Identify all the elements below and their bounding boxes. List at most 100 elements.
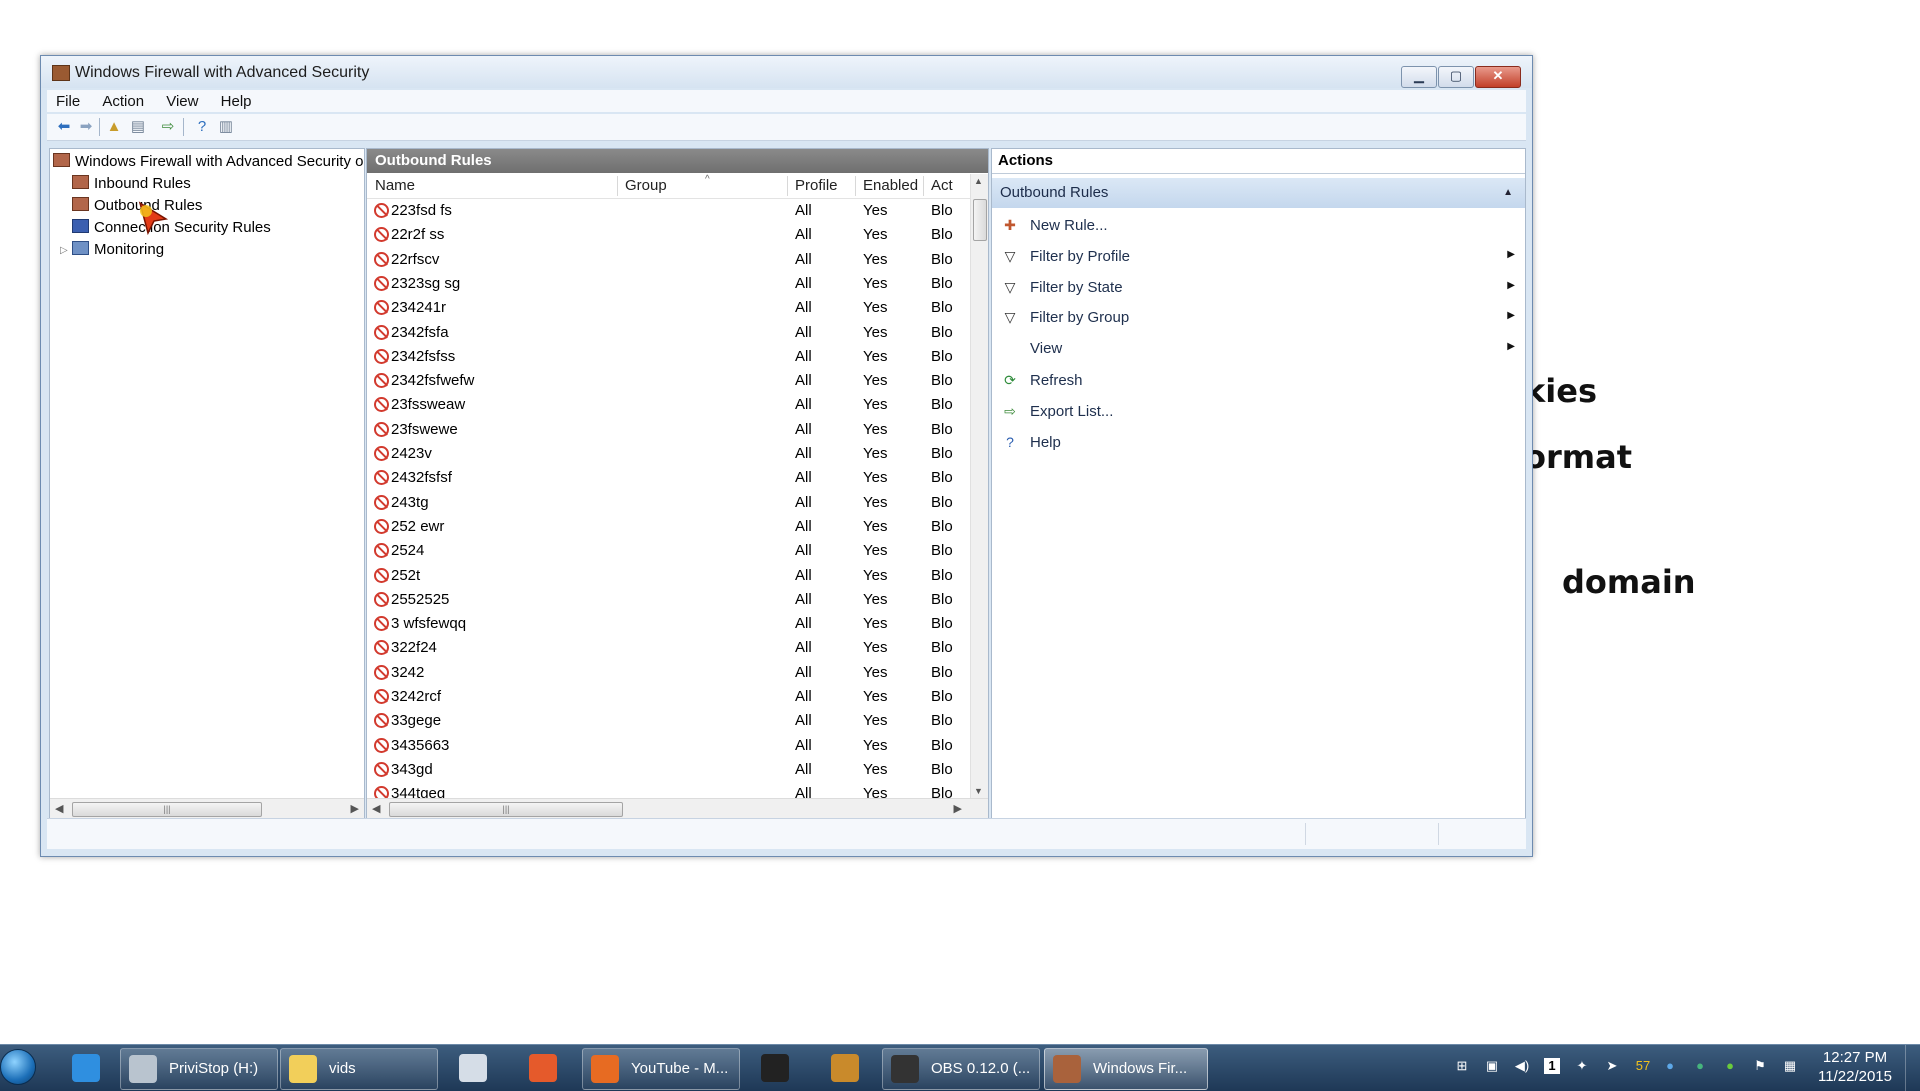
rules-vertical-scrollbar[interactable]: ▲ ▼ bbox=[970, 174, 988, 798]
table-row[interactable]: 2552525 All Yes Blo bbox=[367, 588, 970, 612]
column-header-group[interactable]: Group bbox=[625, 177, 667, 194]
action-center-icon[interactable]: ⊞ bbox=[1454, 1058, 1470, 1074]
scroll-left-arrow-icon[interactable]: ◀ bbox=[372, 802, 380, 815]
forward-arrow-icon[interactable]: ➡ bbox=[77, 118, 95, 136]
column-divider[interactable] bbox=[855, 176, 856, 196]
menu-file[interactable]: File bbox=[47, 91, 89, 112]
table-row[interactable]: 22r2f ss All Yes Blo bbox=[367, 223, 970, 247]
scroll-left-arrow-icon[interactable]: ◀ bbox=[55, 802, 63, 815]
collapse-arrow-icon[interactable]: ▲ bbox=[1503, 178, 1513, 208]
scroll-thumb[interactable]: ||| bbox=[389, 802, 623, 817]
help-icon[interactable]: ? bbox=[193, 118, 211, 136]
action-item[interactable]: ⇨ Export List... bbox=[992, 399, 1525, 425]
tray-counter[interactable]: 57 bbox=[1632, 1058, 1654, 1074]
tree-horizontal-scrollbar[interactable]: ◀ ||| ▶ bbox=[50, 798, 364, 819]
table-row[interactable]: 33gege All Yes Blo bbox=[367, 709, 970, 733]
taskbar-button[interactable]: OBS 0.12.0 (... bbox=[882, 1048, 1040, 1090]
taskbar-button[interactable]: PriviStop (H:) bbox=[120, 1048, 278, 1090]
table-row[interactable]: 23fssweaw All Yes Blo bbox=[367, 393, 970, 417]
column-divider[interactable] bbox=[617, 176, 618, 196]
table-row[interactable]: 2342fsfa All Yes Blo bbox=[367, 321, 970, 345]
action-item[interactable]: ⟳ Refresh bbox=[992, 368, 1525, 394]
table-row[interactable]: 223fsd fs All Yes Blo bbox=[367, 199, 970, 223]
menu-help[interactable]: Help bbox=[212, 91, 261, 112]
action-item[interactable]: ? Help bbox=[992, 430, 1525, 456]
table-row[interactable]: 243tg All Yes Blo bbox=[367, 491, 970, 515]
table-row[interactable]: 2432fsfsf All Yes Blo bbox=[367, 466, 970, 490]
action-item[interactable]: ✚ New Rule... bbox=[992, 213, 1525, 239]
table-row[interactable]: 3242rcf All Yes Blo bbox=[367, 685, 970, 709]
action-item[interactable]: View ▶ bbox=[992, 336, 1525, 362]
tray-app-icon[interactable]: 1 bbox=[1544, 1058, 1560, 1074]
tray-app-icon[interactable]: ● bbox=[1722, 1058, 1738, 1074]
table-row[interactable]: 344tgeg All Yes Blo bbox=[367, 782, 970, 799]
table-row[interactable]: 22rfscv All Yes Blo bbox=[367, 248, 970, 272]
back-arrow-icon[interactable]: ⬅ bbox=[55, 118, 73, 136]
tree-item-monitoring[interactable]: Monitoring bbox=[72, 241, 164, 258]
taskbar-button[interactable] bbox=[56, 1048, 116, 1088]
table-row[interactable]: 23fswewe All Yes Blo bbox=[367, 418, 970, 442]
table-row[interactable]: 252t All Yes Blo bbox=[367, 564, 970, 588]
table-row[interactable]: 2423v All Yes Blo bbox=[367, 442, 970, 466]
menu-action[interactable]: Action bbox=[93, 91, 153, 112]
table-row[interactable]: 2342fsfwefw All Yes Blo bbox=[367, 369, 970, 393]
scroll-down-arrow-icon[interactable]: ▼ bbox=[974, 786, 983, 796]
table-row[interactable]: 3435663 All Yes Blo bbox=[367, 734, 970, 758]
network-monitor-icon[interactable]: ▣ bbox=[1484, 1058, 1500, 1074]
table-row[interactable]: 3242 All Yes Blo bbox=[367, 661, 970, 685]
table-row[interactable]: 252 ewr All Yes Blo bbox=[367, 515, 970, 539]
table-row[interactable]: 2323sg sg All Yes Blo bbox=[367, 272, 970, 296]
table-row[interactable]: 2524 All Yes Blo bbox=[367, 539, 970, 563]
scroll-right-arrow-icon[interactable]: ▶ bbox=[351, 802, 359, 815]
action-item[interactable]: ▽ Filter by Profile ▶ bbox=[992, 244, 1525, 270]
column-header-action[interactable]: Act bbox=[931, 177, 953, 194]
tree-root[interactable]: Windows Firewall with Advanced Security … bbox=[53, 153, 363, 170]
taskbar-button[interactable]: Windows Fir... bbox=[1044, 1048, 1208, 1090]
taskbar-button[interactable] bbox=[812, 1048, 878, 1088]
up-folder-icon[interactable]: ▲ bbox=[105, 118, 123, 136]
tray-app-icon[interactable]: ● bbox=[1662, 1058, 1678, 1074]
column-divider[interactable] bbox=[923, 176, 924, 196]
taskbar-button[interactable] bbox=[440, 1048, 506, 1088]
clock[interactable]: 12:27 PM 11/22/2015 bbox=[1818, 1048, 1892, 1086]
action-item[interactable]: ▽ Filter by Group ▶ bbox=[992, 305, 1525, 331]
flag-icon[interactable]: ⚑ bbox=[1752, 1058, 1768, 1074]
volume-icon[interactable]: ◀) bbox=[1514, 1058, 1530, 1074]
close-button[interactable]: ✕ bbox=[1475, 66, 1521, 88]
table-row[interactable]: 322f24 All Yes Blo bbox=[367, 636, 970, 660]
minimize-button[interactable]: ▁ bbox=[1401, 66, 1437, 88]
tray-tools-icon[interactable]: ✦ bbox=[1574, 1058, 1590, 1074]
actions-group-outbound-rules[interactable]: Outbound Rules ▲ bbox=[992, 178, 1525, 208]
table-row[interactable]: 3 wfsfewqq All Yes Blo bbox=[367, 612, 970, 636]
start-button[interactable] bbox=[0, 1049, 36, 1085]
column-header-name[interactable]: Name bbox=[375, 177, 415, 194]
taskbar-button[interactable] bbox=[510, 1048, 576, 1088]
maximize-button[interactable]: ▢ bbox=[1438, 66, 1474, 88]
action-item[interactable]: ▽ Filter by State ▶ bbox=[992, 275, 1525, 301]
taskbar-button[interactable]: vids bbox=[280, 1048, 438, 1090]
rules-horizontal-scrollbar[interactable]: ◀ ||| ▶ bbox=[367, 798, 988, 819]
table-row[interactable]: 234241r All Yes Blo bbox=[367, 296, 970, 320]
taskbar-button[interactable] bbox=[742, 1048, 808, 1088]
scroll-up-arrow-icon[interactable]: ▲ bbox=[974, 176, 983, 186]
scroll-thumb[interactable]: ||| bbox=[72, 802, 262, 817]
title-bar[interactable]: Windows Firewall with Advanced Security … bbox=[41, 56, 1532, 88]
tray-arrow-icon[interactable]: ➤ bbox=[1604, 1058, 1620, 1074]
column-divider[interactable] bbox=[787, 176, 788, 196]
table-row[interactable]: 2342fsfss All Yes Blo bbox=[367, 345, 970, 369]
show-hide-tree-icon[interactable]: ▤ bbox=[129, 118, 147, 136]
scroll-right-arrow-icon[interactable]: ▶ bbox=[954, 802, 962, 815]
table-row[interactable]: 343gd All Yes Blo bbox=[367, 758, 970, 782]
menu-view[interactable]: View bbox=[157, 91, 207, 112]
column-header-profile[interactable]: Profile bbox=[795, 177, 838, 194]
show-desktop-button[interactable] bbox=[1905, 1045, 1920, 1091]
show-hide-action-pane-icon[interactable]: ▥ bbox=[217, 118, 235, 136]
tray-app-icon[interactable]: ● bbox=[1692, 1058, 1708, 1074]
column-header-enabled[interactable]: Enabled bbox=[863, 177, 918, 194]
expand-arrow-icon[interactable]: ▷ bbox=[60, 245, 68, 256]
taskbar-button[interactable]: YouTube - M... bbox=[582, 1048, 740, 1090]
scroll-thumb[interactable] bbox=[973, 199, 987, 241]
network-icon[interactable]: ▦ bbox=[1782, 1058, 1798, 1074]
tree-item-inbound-rules[interactable]: Inbound Rules bbox=[72, 175, 191, 192]
export-list-icon[interactable]: ⇨ bbox=[159, 118, 177, 136]
